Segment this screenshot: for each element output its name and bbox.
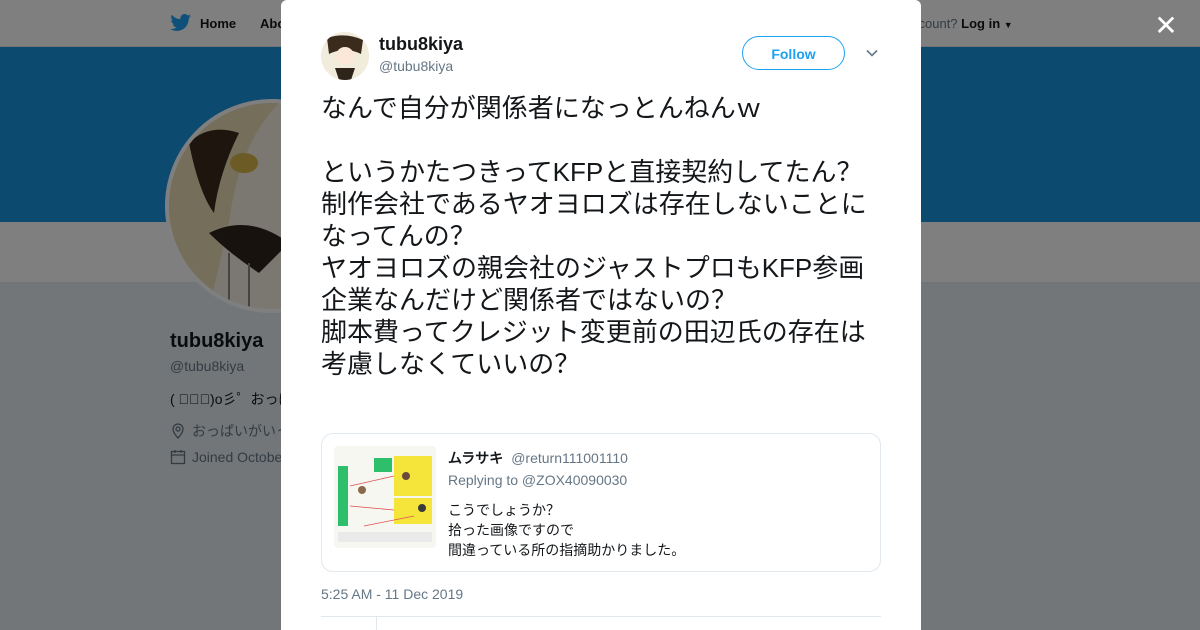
quoted-tweet[interactable]: ムラサキ @return111001110 Replying to @ZOX40…: [321, 433, 881, 572]
author-avatar-illustration: [321, 32, 369, 80]
quoted-author-name: ムラサキ: [448, 450, 504, 466]
stats-column-divider: [376, 616, 377, 630]
close-icon[interactable]: ✕: [1152, 12, 1180, 40]
quoted-author-handle: @return111001110: [511, 450, 628, 466]
quoted-text: こうでしょうか？ 拾った画像ですので 間違っている所の指摘助かりました。: [448, 502, 686, 558]
stats-divider: [321, 616, 881, 617]
author-handle[interactable]: @tubu8kiya: [379, 58, 453, 74]
follow-button[interactable]: Follow: [742, 36, 845, 70]
author-avatar[interactable]: [321, 32, 369, 80]
tweet-modal: tubu8kiya @tubu8kiya Follow なんで自分が関係者になっ…: [281, 0, 921, 630]
quoted-replying-to: Replying to @ZOX40090030: [448, 472, 628, 488]
quoted-tweet-image[interactable]: [334, 446, 436, 548]
chevron-down-icon[interactable]: [865, 46, 879, 60]
tweet-text: なんで自分が関係者になっとんねんｗ というかたつきってKFPと直接契約してたん？…: [321, 93, 867, 379]
author-name[interactable]: tubu8kiya: [379, 34, 463, 55]
tweet-timestamp[interactable]: 5:25 AM - 11 Dec 2019: [321, 586, 463, 602]
relationship-chart-thumbnail: [334, 446, 436, 548]
quoted-author: ムラサキ @return111001110: [448, 448, 628, 468]
